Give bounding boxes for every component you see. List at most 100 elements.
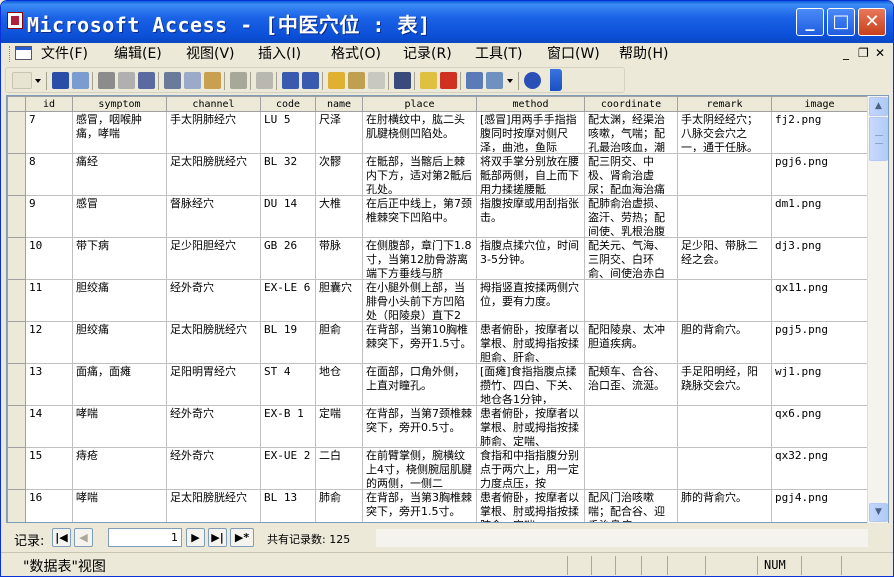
cell-method[interactable]: [面瘫]食指指腹点揉攒竹、四白、下关、地仓各1分钟，: [476, 363, 585, 406]
cell-id[interactable]: 12: [25, 321, 73, 364]
table-row[interactable]: 9 感冒 督脉经穴 DU 14 大椎 在后正中线上，第7颈椎棘突下凹陷中。 指腹按摩或用刮指…: [7, 195, 868, 238]
cell-channel[interactable]: 足太阳膀胱经穴: [166, 489, 261, 522]
table-row[interactable]: 13 面痛，面瘫 足阳明胃经穴 ST 4 地仓 在面部，口角外侧，上直对瞳孔。 [面瘫]食指…: [7, 363, 868, 406]
new-object-dropdown-icon[interactable]: [506, 72, 514, 89]
column-header-remark[interactable]: remark: [677, 96, 772, 112]
cell-method[interactable]: 患者俯卧，按摩者以掌根、肘或拇指按揉肺俞、定喘、: [476, 405, 585, 448]
column-header-coordinate[interactable]: coordinate: [584, 96, 678, 112]
cell-image[interactable]: fj2.png: [771, 111, 868, 154]
cell-symptom[interactable]: 哮喘: [72, 405, 167, 448]
record-selector[interactable]: [7, 405, 26, 448]
cell-image[interactable]: dm1.png: [771, 195, 868, 238]
cell-name[interactable]: 二白: [315, 447, 363, 490]
cell-place[interactable]: 在背部，当第7颈椎棘突下，旁开0.5寸。: [362, 405, 477, 448]
vertical-scrollbar[interactable]: ▲ ▼: [867, 96, 888, 523]
cell-image[interactable]: qx6.png: [771, 405, 868, 448]
cell-id[interactable]: 16: [25, 489, 73, 522]
cell-remark[interactable]: [677, 153, 772, 196]
cell-remark[interactable]: [677, 279, 772, 322]
cell-coordinate[interactable]: 配阳陵泉、太冲胆道疾病。: [584, 321, 678, 364]
cell-name[interactable]: 带脉: [315, 237, 363, 280]
delete-record-icon[interactable]: [440, 72, 457, 89]
cell-channel[interactable]: 经外奇穴: [166, 279, 261, 322]
cell-code[interactable]: EX-UE 2: [260, 447, 316, 490]
menu-format[interactable]: 格式(O): [331, 45, 381, 63]
cell-code[interactable]: BL 13: [260, 489, 316, 522]
cell-channel[interactable]: 足阳明胃经穴: [166, 363, 261, 406]
scroll-down-button[interactable]: ▼: [869, 503, 888, 522]
new-object-icon[interactable]: [486, 72, 503, 89]
cell-remark[interactable]: 手足阳明经，阳跷脉交会穴。: [677, 363, 772, 406]
apply-filter-icon[interactable]: [368, 72, 385, 89]
help-icon[interactable]: [524, 72, 541, 89]
cell-method[interactable]: [感冒]用两手手指指腹同时按摩对侧尺泽，曲池，鱼际: [476, 111, 585, 154]
cell-channel[interactable]: 督脉经穴: [166, 195, 261, 238]
cell-method[interactable]: 拇指竖直按揉两侧穴位，要有力度。: [476, 279, 585, 322]
table-row[interactable]: 8 痛经 足太阳膀胱经穴 BL 32 次髎 在骶部，当髂后上棘内下方，适对第2骶后孔处。将…: [7, 153, 868, 196]
cell-place[interactable]: 在面部，口角外侧，上直对瞳孔。: [362, 363, 477, 406]
cell-id[interactable]: 11: [25, 279, 73, 322]
cell-name[interactable]: 地仓: [315, 363, 363, 406]
record-selector[interactable]: [7, 489, 26, 522]
cell-code[interactable]: EX-B 1: [260, 405, 316, 448]
close-button[interactable]: ✕: [858, 8, 886, 36]
cell-id[interactable]: 13: [25, 363, 73, 406]
column-header-id[interactable]: id: [25, 96, 73, 112]
cell-code[interactable]: ST 4: [260, 363, 316, 406]
cell-method[interactable]: 将双手掌分别放在腰骶部两侧，自上而下用力揉搓腰骶: [476, 153, 585, 196]
menu-records[interactable]: 记录(R): [403, 45, 452, 63]
cell-coordinate[interactable]: 配关元、气海、三阴交、白环俞、间使治赤白: [584, 237, 678, 280]
spelling-icon[interactable]: [138, 72, 155, 89]
cell-remark[interactable]: 手太阴经经穴；八脉交会穴之一，通于任脉。: [677, 111, 772, 154]
mdi-minimize-button[interactable]: _: [843, 46, 849, 60]
properties-icon[interactable]: [466, 72, 483, 89]
paste-icon[interactable]: [204, 72, 221, 89]
cell-code[interactable]: GB 26: [260, 237, 316, 280]
minimize-button[interactable]: _: [796, 8, 824, 36]
cell-remark[interactable]: 足少阳、带脉二经之会。: [677, 237, 772, 280]
cell-id[interactable]: 7: [25, 111, 73, 154]
cell-place[interactable]: 在小腿外侧上部，当腓骨小头前下方凹陷处（阳陵泉）直下2: [362, 279, 477, 322]
cell-image[interactable]: pgj5.png: [771, 321, 868, 364]
view-icon[interactable]: [12, 72, 32, 89]
cell-name[interactable]: 肺俞: [315, 489, 363, 522]
filter-selection-icon[interactable]: [328, 72, 345, 89]
table-row[interactable]: 16 哮喘 足太阳膀胱经穴 BL 13 肺俞 在背部，当第3胸椎棘突下，旁开1.5寸。 患者…: [7, 489, 868, 522]
cell-remark[interactable]: 肺的背俞穴。: [677, 489, 772, 522]
view-dropdown-icon[interactable]: [34, 72, 42, 89]
cell-coordinate[interactable]: [584, 405, 678, 448]
copy-icon[interactable]: [184, 72, 201, 89]
table-row[interactable]: 12 胆绞痛 足太阳膀胱经穴 BL 19 胆俞 在背部，当第10胸椎棘突下，旁开1.5寸。…: [7, 321, 868, 364]
cell-symptom[interactable]: 带下病: [72, 237, 167, 280]
next-record-button[interactable]: ▶: [186, 528, 205, 547]
menu-view[interactable]: 视图(V): [186, 45, 235, 63]
sort-desc-icon[interactable]: [302, 72, 319, 89]
cell-symptom[interactable]: 感冒，咽喉肿痛，哮喘: [72, 111, 167, 154]
cell-image[interactable]: wj1.png: [771, 363, 868, 406]
cell-method[interactable]: 患者俯卧，按摩者以掌根、肘或拇指按揉胆俞、肝俞、: [476, 321, 585, 364]
cell-name[interactable]: 胆囊穴: [315, 279, 363, 322]
cell-image[interactable]: dj3.png: [771, 237, 868, 280]
cell-symptom[interactable]: 哮喘: [72, 489, 167, 522]
cell-coordinate[interactable]: 配肺俞治虚损、盗汗、劳热；配间使、乳根治腹: [584, 195, 678, 238]
cell-id[interactable]: 15: [25, 447, 73, 490]
sort-asc-icon[interactable]: [282, 72, 299, 89]
maximize-button[interactable]: □: [827, 8, 855, 36]
cell-place[interactable]: 在后正中线上，第7颈椎棘突下凹陷中。: [362, 195, 477, 238]
first-record-button[interactable]: |◀: [52, 528, 71, 547]
cell-symptom[interactable]: 感冒: [72, 195, 167, 238]
column-header-channel[interactable]: channel: [166, 96, 261, 112]
cell-symptom[interactable]: 胆绞痛: [72, 279, 167, 322]
select-all-corner[interactable]: [7, 96, 26, 112]
column-header-symptom[interactable]: symptom: [72, 96, 167, 112]
cell-place[interactable]: 在骶部，当髂后上棘内下方，适对第2骶后孔处。: [362, 153, 477, 196]
cell-channel[interactable]: 经外奇穴: [166, 447, 261, 490]
cell-method[interactable]: 食指和中指指腹分别点于两穴上，用一定力度点压，按: [476, 447, 585, 490]
horizontal-scrollbar[interactable]: [376, 529, 868, 547]
cell-method[interactable]: 指腹点揉穴位，时间3-5分钟。: [476, 237, 585, 280]
cell-place[interactable]: 在侧腹部，章门下1.8寸，当第12肋骨游离端下方垂线与脐: [362, 237, 477, 280]
cell-place[interactable]: 在背部，当第3胸椎棘突下，旁开1.5寸。: [362, 489, 477, 522]
cell-coordinate[interactable]: [584, 279, 678, 322]
cell-image[interactable]: qx11.png: [771, 279, 868, 322]
cell-coordinate[interactable]: 配太渊，经渠治咳嗽，气喘；配孔最治咳血，潮: [584, 111, 678, 154]
